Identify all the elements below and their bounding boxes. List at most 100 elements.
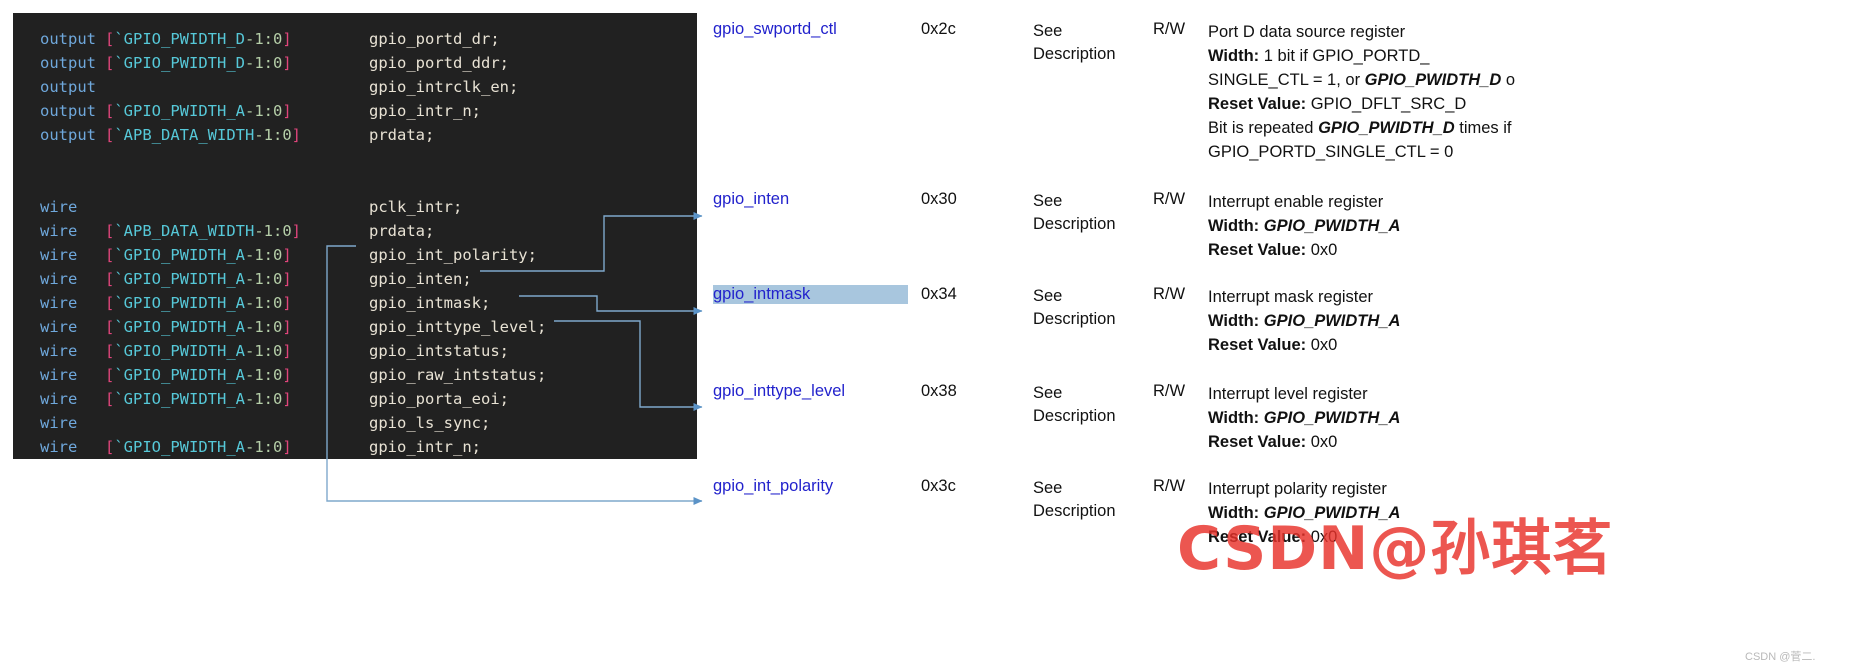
- code-signal-name: gpio_porta_eoi;: [369, 390, 509, 408]
- verilog-code-block[interactable]: output [`GPIO_PWIDTH_D-1:0] gpio_portd_dr;…: [13, 13, 697, 459]
- register-size: See Description: [1033, 192, 1116, 233]
- code-bit-range: [`GPIO_PWIDTH_D-1:0]: [105, 54, 292, 72]
- code-signal-name: gpio_intstatus;: [369, 342, 509, 360]
- code-keyword: wire: [40, 318, 78, 336]
- register-access: R/W: [1153, 285, 1186, 303]
- code-bit-range: [`GPIO_PWIDTH_A-1:0]: [105, 390, 292, 408]
- code-bit-range: [`GPIO_PWIDTH_A-1:0]: [105, 318, 292, 336]
- code-bit-range: [`GPIO_PWIDTH_A-1:0]: [105, 438, 292, 456]
- code-keyword: wire: [40, 198, 78, 216]
- code-bit-range: [`GPIO_PWIDTH_A-1:0]: [105, 342, 292, 360]
- code-signal-name: prdata;: [369, 222, 435, 240]
- code-signal-name: gpio_intr_n;: [369, 438, 481, 456]
- register-offset: 0x3c: [921, 477, 956, 495]
- code-keyword: wire: [40, 390, 78, 408]
- register-name-link[interactable]: gpio_inttype_level: [713, 382, 908, 401]
- code-signal-name: gpio_ls_sync;: [369, 414, 491, 432]
- code-bit-range: [`GPIO_PWIDTH_D-1:0]: [105, 30, 292, 48]
- code-bit-range: [`GPIO_PWIDTH_A-1:0]: [105, 366, 292, 384]
- description-line: Width: 1 bit if GPIO_PORTD_: [1208, 47, 1430, 65]
- code-signal-name: pclk_intr;: [369, 198, 463, 216]
- register-description: Interrupt mask register Width: GPIO_PWIDT…: [1208, 285, 1848, 357]
- description-line: SINGLE_CTL = 1, or GPIO_PWIDTH_D o: [1208, 71, 1516, 89]
- register-description: Interrupt enable register Width: GPIO_PWI…: [1208, 190, 1848, 262]
- code-keyword: output: [40, 78, 96, 96]
- code-signal-name: gpio_raw_intstatus;: [369, 366, 547, 384]
- description-line: Width: GPIO_PWIDTH_A: [1208, 217, 1401, 235]
- code-keyword: output: [40, 102, 96, 120]
- register-description: Port D data source register Width: 1 bit …: [1208, 20, 1848, 164]
- description-line: Reset Value: GPIO_DFLT_SRC_D: [1208, 95, 1467, 113]
- code-line: wire [`GPIO_PWIDTH_A-1:0] gpio_porta_eoi;: [13, 387, 697, 411]
- code-line: wire [`GPIO_PWIDTH_A-1:0] gpio_intr_n;: [13, 435, 697, 459]
- code-line: wire [`GPIO_PWIDTH_A-1:0] gpio_inttype_lev…: [13, 315, 697, 339]
- description-line: Interrupt mask register: [1208, 288, 1374, 306]
- code-keyword: wire: [40, 366, 78, 384]
- description-line: Width: GPIO_PWIDTH_A: [1208, 409, 1401, 427]
- code-signal-name: gpio_intr_n;: [369, 102, 481, 120]
- register-size: See Description: [1033, 287, 1116, 328]
- register-name-link[interactable]: gpio_intmask: [713, 285, 908, 304]
- code-line: wire pclk_intr;: [13, 195, 697, 219]
- code-line: wire [`GPIO_PWIDTH_A-1:0] gpio_raw_intstat…: [13, 363, 697, 387]
- code-signal-name: gpio_portd_ddr;: [369, 54, 509, 72]
- code-signal-name: gpio_inttype_level;: [369, 318, 547, 336]
- code-keyword: wire: [40, 414, 78, 432]
- code-line: wire [`GPIO_PWIDTH_A-1:0] gpio_inten;: [13, 267, 697, 291]
- code-keyword: wire: [40, 294, 78, 312]
- register-size: See Description: [1033, 22, 1116, 63]
- code-keyword: output: [40, 54, 96, 72]
- csdn-watermark: CSDN@孙琪茗: [1177, 514, 1614, 584]
- code-keyword: wire: [40, 270, 78, 288]
- description-line: Reset Value: 0x0: [1208, 241, 1338, 259]
- code-line: output gpio_intrclk_en;: [13, 75, 697, 99]
- description-line: Interrupt level register: [1208, 385, 1368, 403]
- description-line: Interrupt polarity register: [1208, 480, 1387, 498]
- register-description: Interrupt level register Width: GPIO_PWID…: [1208, 382, 1848, 454]
- register-name-link[interactable]: gpio_swportd_ctl: [713, 20, 908, 39]
- description-line: Bit is repeated GPIO_PWIDTH_D times if: [1208, 119, 1512, 137]
- register-access: R/W: [1153, 20, 1186, 38]
- register-name-link[interactable]: gpio_inten: [713, 190, 908, 209]
- description-line: Interrupt enable register: [1208, 193, 1384, 211]
- code-bit-range: [`GPIO_PWIDTH_A-1:0]: [105, 102, 292, 120]
- code-line: wire [`APB_DATA_WIDTH-1:0] prdata;: [13, 219, 697, 243]
- code-line: wire gpio_ls_sync;: [13, 411, 697, 435]
- code-bit-range: [`APB_DATA_WIDTH-1:0]: [105, 222, 301, 240]
- code-line: output [`GPIO_PWIDTH_D-1:0] gpio_portd_dr;: [13, 27, 697, 51]
- register-offset: 0x34: [921, 285, 957, 303]
- register-access: R/W: [1153, 190, 1186, 208]
- code-bit-range: [`GPIO_PWIDTH_A-1:0]: [105, 246, 292, 264]
- description-line: Width: GPIO_PWIDTH_A: [1208, 312, 1401, 330]
- code-signal-name: gpio_int_polarity;: [369, 246, 537, 264]
- description-line: Port D data source register: [1208, 23, 1406, 41]
- code-signal-name: prdata;: [369, 126, 435, 144]
- code-signal-name: gpio_inten;: [369, 270, 472, 288]
- description-line: GPIO_PORTD_SINGLE_CTL = 0: [1208, 143, 1454, 161]
- code-line: output [`GPIO_PWIDTH_D-1:0] gpio_portd_ddr…: [13, 51, 697, 75]
- description-line: Reset Value: 0x0: [1208, 336, 1338, 354]
- code-keyword: output: [40, 30, 96, 48]
- code-line: wire [`GPIO_PWIDTH_A-1:0] gpio_intmask;: [13, 291, 697, 315]
- code-line: wire [`GPIO_PWIDTH_A-1:0] gpio_int_polarit…: [13, 243, 697, 267]
- code-bit-range: [`GPIO_PWIDTH_A-1:0]: [105, 294, 292, 312]
- code-line: output [`APB_DATA_WIDTH-1:0] prdata;: [13, 123, 697, 147]
- register-size: See Description: [1033, 384, 1116, 425]
- csdn-watermark-small: CSDN @菅二.: [1745, 651, 1816, 663]
- description-line: Reset Value: 0x0: [1208, 433, 1338, 451]
- code-keyword: wire: [40, 342, 78, 360]
- register-offset: 0x38: [921, 382, 957, 400]
- code-line: output [`GPIO_PWIDTH_A-1:0] gpio_intr_n;: [13, 99, 697, 123]
- register-offset: 0x2c: [921, 20, 956, 38]
- register-name-link[interactable]: gpio_int_polarity: [713, 477, 908, 496]
- register-size: See Description: [1033, 479, 1116, 520]
- code-line: wire [`GPIO_PWIDTH_A-1:0] gpio_intstatus;: [13, 339, 697, 363]
- code-keyword: wire: [40, 246, 78, 264]
- screenshot-root: output [`GPIO_PWIDTH_D-1:0] gpio_portd_dr;…: [0, 0, 1850, 671]
- code-signal-name: gpio_portd_dr;: [369, 30, 500, 48]
- code-signal-name: gpio_intrclk_en;: [369, 78, 519, 96]
- code-signal-name: gpio_intmask;: [369, 294, 491, 312]
- code-lines: output [`GPIO_PWIDTH_D-1:0] gpio_portd_dr;…: [13, 27, 697, 459]
